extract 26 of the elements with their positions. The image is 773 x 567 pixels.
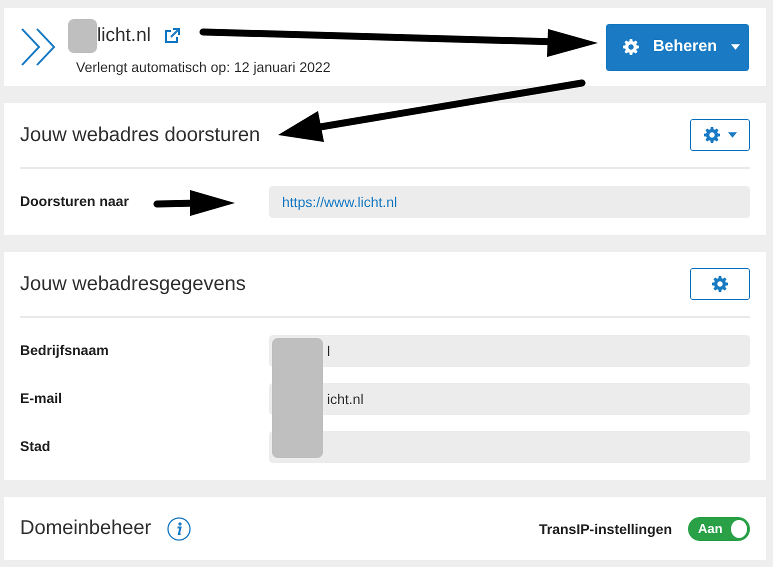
field-label: E-mail	[20, 390, 62, 406]
redaction-block	[68, 19, 97, 53]
renewal-date: Verlengt automatisch op: 12 januari 2022	[76, 59, 332, 75]
setting-label: TransIP-instellingen	[538, 520, 672, 536]
info-icon[interactable]	[167, 516, 192, 540]
manage-button[interactable]: Beheren	[606, 24, 749, 70]
section-title: Jouw webadresgegevens	[20, 272, 246, 296]
domain-name: licht.nl	[97, 25, 151, 47]
caret-icon	[728, 132, 736, 138]
settings-icon	[712, 276, 728, 292]
settings-icon	[623, 39, 639, 55]
settings-icon	[704, 127, 720, 143]
section-title: Jouw webadres doorsturen	[20, 124, 260, 146]
field-label: Bedrijfsnaam	[20, 342, 109, 358]
link-field[interactable]: https://www.licht.nl	[269, 186, 750, 218]
text-field[interactable]: l	[269, 335, 750, 367]
settings-button[interactable]	[690, 119, 750, 151]
toggle-switch[interactable]: Aan	[688, 516, 750, 540]
caret-icon	[731, 44, 740, 50]
text-field[interactable]	[269, 431, 750, 463]
field-label: Doorsturen naar	[20, 193, 129, 209]
field-label: Stad	[20, 438, 50, 454]
settings-button[interactable]	[690, 268, 750, 300]
section-title: Domeinbeheer	[20, 517, 152, 540]
external-link-icon[interactable]	[164, 28, 180, 44]
chevrons-icon	[20, 27, 58, 67]
